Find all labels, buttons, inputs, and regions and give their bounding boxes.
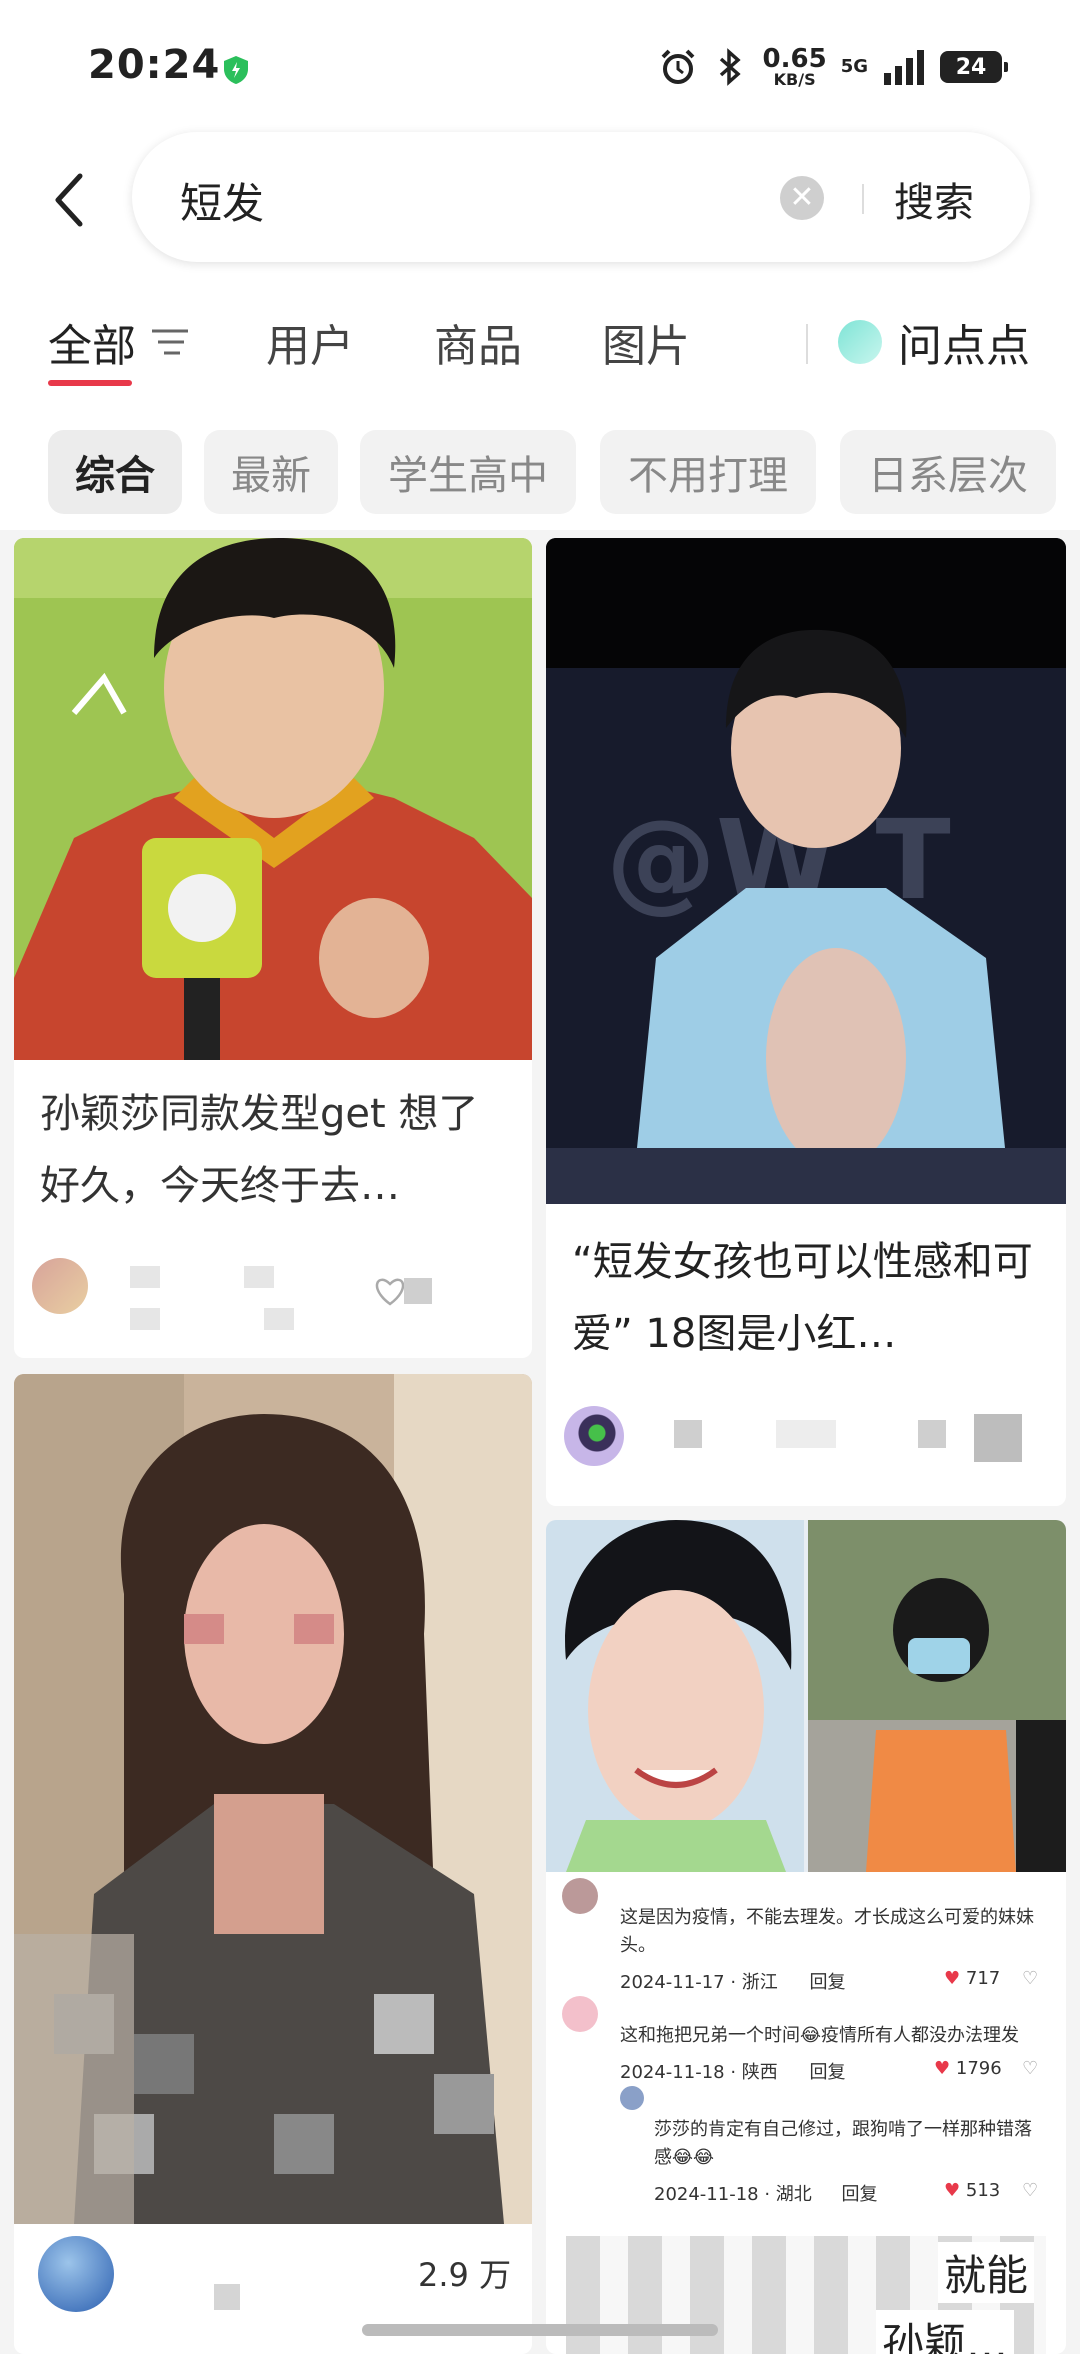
comment-meta: 2024-11-18 · 湖北 回复	[654, 2180, 878, 2206]
card-title-fragment: 就能	[938, 2242, 1035, 2303]
feed-card-2[interactable]: @W T “短发女孩也可以性感和可爱” 18图是小红…	[546, 538, 1066, 1506]
status-bar: 20:24 0.65 KB/S 5G 24	[0, 0, 1080, 130]
card-image[interactable]	[14, 538, 532, 1060]
reply-button[interactable]: 回复	[810, 1972, 846, 1993]
chip-japanese-layered[interactable]: 日系层次	[840, 430, 1056, 514]
bluetooth-icon	[719, 48, 741, 86]
like-count: 2.9 万	[418, 2256, 512, 2294]
clear-icon[interactable]: ✕	[780, 176, 824, 220]
comment-date: 2024-11-18 · 陕西	[620, 2062, 778, 2083]
tab-products[interactable]: 商品	[434, 310, 522, 374]
chip-no-care[interactable]: 不用打理	[600, 430, 816, 514]
comment-like[interactable]: ♥ 717	[944, 1968, 1000, 1989]
heart-icon: ♥	[934, 2058, 951, 2079]
network-speed: 0.65 KB/S	[762, 44, 827, 89]
feed-card-1[interactable]: 孙颖莎同款发型get 想了好久，今天终于去…	[14, 538, 532, 1358]
commenter-avatar[interactable]	[620, 2086, 644, 2110]
feed-card-3[interactable]: 2.9 万	[14, 1374, 532, 2354]
comment-date: 2024-11-18 · 湖北	[654, 2184, 812, 2205]
tab-all[interactable]: 全部	[48, 310, 136, 374]
clock: 20:24	[88, 42, 221, 88]
signal-icon	[884, 50, 924, 85]
dislike-icon[interactable]: ♡	[1022, 2058, 1038, 2079]
wendiandian-icon[interactable]	[838, 320, 882, 364]
search-button[interactable]: 搜索	[894, 170, 974, 228]
tab-images[interactable]: 图片	[602, 310, 690, 374]
comment-meta: 2024-11-18 · 陕西 回复	[620, 2058, 846, 2084]
filter-chips: 综合 最新 学生高中 不用打理 日系层次	[0, 400, 1080, 530]
tab-bar: 全部 用户 商品 图片 问点点	[0, 280, 1080, 400]
commenter-avatar[interactable]	[562, 1878, 598, 1914]
search-bar[interactable]: 短发 ✕ 搜索	[132, 132, 1030, 262]
network-type: 5G	[840, 56, 868, 77]
comment-text: 这和拖把兄弟一个时间😂疫情所有人都没办法理发	[620, 2025, 1020, 2046]
like-count	[974, 1414, 1022, 1462]
search-divider	[862, 184, 864, 214]
author-name	[244, 1266, 274, 1288]
comment-like[interactable]: ♥ 513	[944, 2180, 1000, 2201]
filter-icon[interactable]	[150, 328, 190, 356]
comment-meta: 2024-11-17 · 浙江 回复	[620, 1968, 846, 1994]
author-name	[674, 1420, 702, 1448]
author-name	[776, 1420, 836, 1448]
comment-text: 莎莎的肯定有自己修过，跟狗啃了一样那种错落感😂😂	[654, 2119, 1032, 2168]
author-name	[130, 1308, 160, 1330]
search-header: 短发 ✕ 搜索	[0, 130, 1080, 280]
like-icon[interactable]	[918, 1420, 946, 1448]
card-title[interactable]: 孙颖莎同款发型get 想了好久，今天终于去…	[40, 1078, 510, 1222]
chip-student[interactable]: 学生高中	[360, 430, 576, 514]
home-indicator[interactable]	[362, 2324, 718, 2336]
author-name	[264, 1308, 294, 1330]
shield-icon	[224, 56, 248, 84]
tab-divider	[806, 324, 808, 364]
wendiandian-label[interactable]: 问点点	[898, 310, 1030, 374]
heart-icon[interactable]	[374, 1276, 406, 1306]
card-title[interactable]: “短发女孩也可以性感和可爱” 18图是小红…	[572, 1226, 1042, 1370]
heart-icon: ♥	[944, 2180, 961, 2201]
comment-date: 2024-11-17 · 浙江	[620, 1972, 778, 1993]
dislike-icon[interactable]: ♡	[1022, 2180, 1038, 2201]
comment-text: 这是因为疫情，不能去理发。才长成这么可爱的妹妹头。	[620, 1907, 1034, 1956]
battery-icon: 24	[940, 51, 1008, 83]
card-image[interactable]	[14, 1374, 532, 2224]
search-input[interactable]: 短发	[180, 170, 264, 231]
tab-users[interactable]: 用户	[266, 310, 354, 374]
chip-comprehensive[interactable]: 综合	[48, 430, 182, 514]
author-avatar[interactable]	[32, 1258, 88, 1314]
reply-button[interactable]: 回复	[810, 2062, 846, 2083]
author-name	[130, 1266, 160, 1288]
card-image[interactable]: @W T	[546, 538, 1066, 1204]
chip-latest[interactable]: 最新	[204, 430, 338, 514]
author-name	[214, 2284, 240, 2310]
dislike-icon[interactable]: ♡	[1022, 1968, 1038, 1989]
back-icon[interactable]	[50, 170, 90, 230]
card-image[interactable]	[546, 1520, 1066, 1872]
reply-button[interactable]: 回复	[842, 2184, 878, 2205]
author-avatar[interactable]	[38, 2236, 114, 2312]
commenter-avatar[interactable]	[562, 1996, 598, 2032]
tab-active-indicator	[48, 380, 132, 386]
like-count	[404, 1278, 432, 1304]
comment-like[interactable]: ♥ 1796	[934, 2058, 1002, 2079]
card-title-fragment: 孙颖…	[876, 2310, 1015, 2354]
author-avatar[interactable]	[564, 1406, 624, 1466]
heart-icon: ♥	[944, 1968, 961, 1989]
alarm-icon	[661, 49, 694, 84]
feed-card-4[interactable]: 这是因为疫情，不能去理发。才长成这么可爱的妹妹头。 2024-11-17 · 浙…	[546, 1520, 1066, 2354]
